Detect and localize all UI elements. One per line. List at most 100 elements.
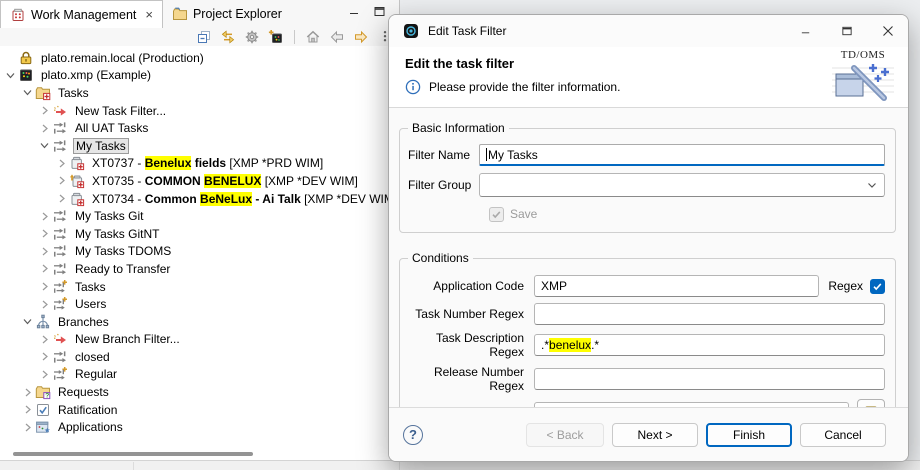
- chevron-down-icon[interactable]: [21, 86, 34, 99]
- tree-row[interactable]: All UAT Tasks: [0, 119, 398, 137]
- tree-item-label: Applications: [56, 420, 125, 434]
- chevron-right-icon[interactable]: [38, 350, 51, 363]
- tab-label: Project Explorer: [193, 7, 282, 21]
- horizontal-scrollbar[interactable]: [0, 449, 398, 460]
- tree-item-label: closed: [73, 350, 112, 364]
- tree-row[interactable]: Tasks: [0, 278, 398, 296]
- task-up-icon: [69, 173, 85, 189]
- chevron-down-icon[interactable]: [4, 69, 17, 82]
- release-number-regex-label: Release Number Regex: [408, 365, 524, 393]
- regex-prefix: .*: [541, 338, 549, 352]
- chevron-right-icon[interactable]: [38, 368, 51, 381]
- tab-work-management[interactable]: Work Management ×: [0, 0, 163, 28]
- tasks-folder-icon: [35, 85, 51, 101]
- next-button[interactable]: Next >: [612, 423, 698, 447]
- chevron-right-icon[interactable]: [38, 280, 51, 293]
- regex-checkbox[interactable]: [870, 279, 885, 294]
- chevron-right-icon[interactable]: [55, 192, 68, 205]
- filter-plus-icon: [52, 296, 68, 312]
- tree-item-label: New Branch Filter...: [73, 332, 182, 346]
- chevron-right-icon[interactable]: [55, 174, 68, 187]
- tree-row[interactable]: Ready to Transfer: [0, 260, 398, 278]
- expander-spacer: [4, 51, 17, 64]
- application-code-input[interactable]: XMP: [534, 275, 819, 297]
- application-code-value: XMP: [541, 279, 567, 293]
- tree-row[interactable]: plato.xmp (Example): [0, 67, 398, 85]
- dialog-content: Basic Information Filter Name My Tasks F…: [389, 108, 908, 407]
- tree-row[interactable]: XT0735 - COMMON BENELUX [XMP *DEV WIM]: [0, 172, 398, 190]
- tree-row[interactable]: My Tasks: [0, 137, 398, 155]
- chevron-right-icon[interactable]: [38, 298, 51, 311]
- collapse-all-icon[interactable]: [196, 29, 212, 45]
- chevron-right-icon[interactable]: [38, 210, 51, 223]
- tree-row[interactable]: Regular: [0, 366, 398, 384]
- tree-item-label: plato.xmp (Example): [39, 68, 153, 82]
- view-toolbar: [196, 27, 393, 46]
- regex-suffix: .*: [591, 338, 599, 352]
- task-description-regex-input[interactable]: .*benelux.*: [534, 334, 885, 356]
- sync-icon[interactable]: [220, 29, 236, 45]
- tree-row[interactable]: Tasks: [0, 84, 398, 102]
- release-number-regex-input[interactable]: [534, 368, 885, 390]
- back-icon[interactable]: [329, 29, 345, 45]
- chevron-right-icon[interactable]: [21, 403, 34, 416]
- chevron-right-icon[interactable]: [38, 122, 51, 135]
- connection-new-icon[interactable]: [268, 29, 284, 45]
- filter-group-label: Filter Group: [408, 178, 479, 192]
- chevron-down-icon[interactable]: [38, 139, 51, 152]
- tree-row[interactable]: Branches: [0, 313, 398, 331]
- tree-row[interactable]: Users: [0, 295, 398, 313]
- finish-button[interactable]: Finish: [706, 423, 792, 447]
- forward-icon[interactable]: [353, 29, 369, 45]
- tree-row[interactable]: ?Requests: [0, 383, 398, 401]
- tree-row[interactable]: XT0737 - Benelux fields [XMP *PRD WIM]: [0, 155, 398, 173]
- tree-row[interactable]: My Tasks TDOMS: [0, 243, 398, 261]
- close-icon[interactable]: [882, 25, 894, 37]
- tree-item-label: My Tasks GitNT: [73, 227, 161, 241]
- chevron-right-icon[interactable]: [21, 421, 34, 434]
- filter-group-combo[interactable]: [479, 173, 885, 197]
- dialog-titlebar[interactable]: Edit Task Filter: [389, 15, 908, 47]
- regex-highlight: benelux: [549, 338, 591, 352]
- task-number-regex-input[interactable]: [534, 303, 885, 325]
- filter-icon: [52, 243, 68, 259]
- minimize-icon[interactable]: [800, 25, 812, 37]
- chevron-right-icon[interactable]: [38, 262, 51, 275]
- tree-row[interactable]: Ratification: [0, 401, 398, 419]
- dialog-window-controls: [800, 25, 894, 37]
- tree-row[interactable]: XT0734 - Common BeNeLux - Ai Talk [XMP *…: [0, 190, 398, 208]
- tree-row[interactable]: My Tasks GitNT: [0, 225, 398, 243]
- requests-folder-icon: ?: [35, 384, 51, 400]
- tree-row[interactable]: My Tasks Git: [0, 207, 398, 225]
- chevron-down-icon[interactable]: [21, 315, 34, 328]
- chevron-right-icon[interactable]: [38, 104, 51, 117]
- tree-row[interactable]: plato.remain.local (Production): [0, 49, 398, 67]
- tree-row[interactable]: New Branch Filter...: [0, 331, 398, 349]
- maximize-view-icon[interactable]: [373, 5, 386, 18]
- minimize-view-icon[interactable]: [348, 5, 361, 18]
- filter-icon: [52, 208, 68, 224]
- scrollbar-thumb[interactable]: [13, 452, 253, 456]
- tab-project-explorer[interactable]: Project Explorer: [163, 0, 291, 28]
- chevron-right-icon[interactable]: [38, 245, 51, 258]
- maximize-icon[interactable]: [841, 25, 853, 37]
- home-icon[interactable]: [305, 29, 321, 45]
- status-divider: [133, 462, 134, 470]
- chevron-down-icon[interactable]: [866, 179, 878, 191]
- tree-row[interactable]: closed: [0, 348, 398, 366]
- cancel-button[interactable]: Cancel: [800, 423, 886, 447]
- filter-name-input[interactable]: My Tasks: [479, 144, 885, 166]
- tree-row[interactable]: New Task Filter...: [0, 102, 398, 120]
- ratification-icon: [35, 402, 51, 418]
- help-button[interactable]: ?: [403, 425, 423, 445]
- tree-item-label: Ratification: [56, 403, 119, 417]
- gear-icon[interactable]: [244, 29, 260, 45]
- chevron-right-icon[interactable]: [21, 386, 34, 399]
- close-icon[interactable]: ×: [145, 8, 153, 21]
- tree-row[interactable]: Applications: [0, 418, 398, 436]
- tree-item-label: Users: [73, 297, 108, 311]
- chevron-right-icon[interactable]: [55, 157, 68, 170]
- chevron-right-icon[interactable]: [38, 227, 51, 240]
- work-management-icon: [10, 7, 26, 23]
- chevron-right-icon[interactable]: [38, 333, 51, 346]
